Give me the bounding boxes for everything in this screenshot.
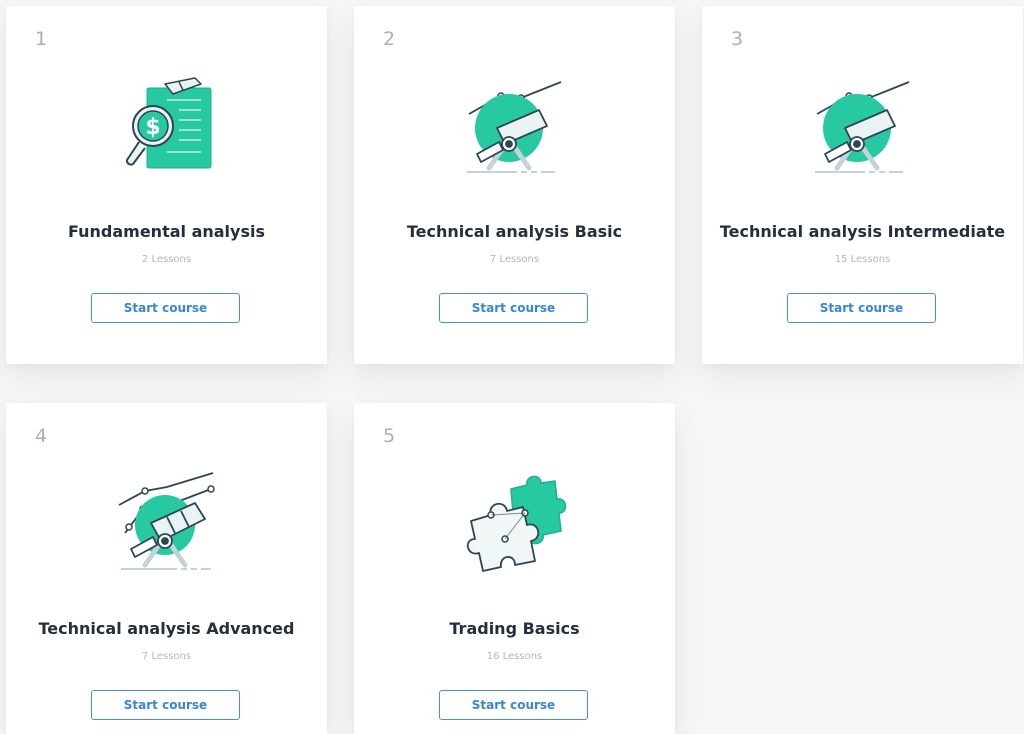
telescope-chart-advanced-icon — [115, 469, 219, 577]
start-course-button[interactable]: Start course — [439, 293, 588, 323]
course-card-technical-analysis-intermediate: 3 Technical analysis Intermediate 15 Les… — [702, 6, 1023, 364]
course-card-technical-analysis-advanced: 4 Technical analysis Advanced 7 Lessons … — [6, 403, 327, 734]
puzzle-pieces-icon — [463, 469, 567, 577]
course-title: Fundamental analysis — [67, 222, 265, 241]
course-number: 4 — [35, 425, 48, 447]
course-number: 2 — [383, 28, 396, 50]
course-number: 3 — [731, 28, 744, 50]
course-number: 5 — [383, 425, 396, 447]
course-card-technical-analysis-basic: 2 Technical analysis Basic 7 Lessons Sta… — [354, 6, 675, 364]
course-title: Technical analysis Intermediate — [719, 222, 1006, 241]
start-course-button[interactable]: Start course — [91, 690, 240, 720]
start-course-button[interactable]: Start course — [787, 293, 936, 323]
svg-text:$: $ — [145, 115, 160, 140]
lesson-count: 7 Lessons — [141, 651, 192, 662]
start-course-button[interactable]: Start course — [439, 690, 588, 720]
course-title: Technical analysis Advanced — [38, 619, 295, 638]
course-card-fundamental-analysis: 1 $ Fundamental analysis 2 Lessons Start — [6, 6, 327, 364]
lesson-count: 7 Lessons — [489, 254, 540, 265]
start-course-button[interactable]: Start course — [91, 293, 240, 323]
course-number: 1 — [35, 28, 48, 50]
course-title: Technical analysis Basic — [406, 222, 623, 241]
course-title: Trading Basics — [449, 619, 580, 638]
lesson-count: 15 Lessons — [834, 254, 891, 265]
lesson-count: 16 Lessons — [486, 651, 543, 662]
course-card-trading-basics: 5 Trading Basics 16 Lessons Start course — [354, 403, 675, 734]
telescope-chart-icon — [811, 72, 915, 180]
telescope-chart-icon — [463, 72, 567, 180]
dollar-document-magnifier-icon: $ — [115, 72, 219, 180]
lesson-count: 2 Lessons — [141, 254, 192, 265]
